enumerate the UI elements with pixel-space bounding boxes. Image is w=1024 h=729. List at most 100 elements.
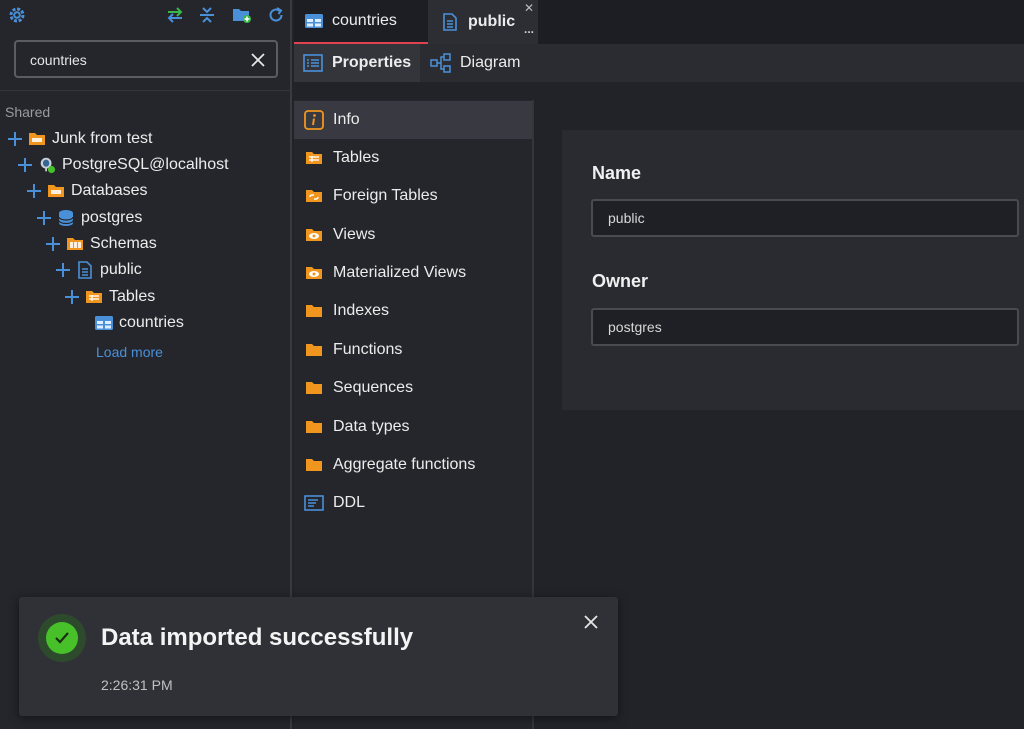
- search-box: [14, 40, 278, 78]
- category-label: Tables: [333, 149, 380, 166]
- tree-item-label: postgres: [81, 209, 143, 226]
- clear-search-icon[interactable]: [248, 50, 268, 70]
- expand-plus-icon[interactable]: [54, 261, 72, 279]
- info-icon: [304, 110, 324, 130]
- properties-list-icon: [302, 53, 324, 73]
- new-folder-icon[interactable]: [231, 4, 253, 26]
- tree-item-label: Junk from test: [52, 130, 153, 147]
- toast-timestamp: 2:26:31 PM: [101, 677, 173, 693]
- tab-public[interactable]: public ✕ ...: [428, 0, 538, 44]
- folder-icon: [304, 301, 324, 321]
- tree-item-countries[interactable]: countries: [95, 311, 184, 335]
- tree-item-label: countries: [119, 314, 184, 331]
- schema-doc-icon: [76, 261, 94, 279]
- tree-item-postgres[interactable]: postgres: [35, 206, 142, 230]
- expand-plus-icon[interactable]: [6, 130, 24, 148]
- materialized-views-eye-icon: [304, 263, 324, 283]
- sidebar-divider: [0, 90, 292, 91]
- folder-icon: [304, 455, 324, 475]
- category-label: Indexes: [333, 302, 390, 319]
- tab-label: countries: [332, 12, 397, 29]
- category-foreign-tables[interactable]: Foreign Tables: [294, 177, 532, 215]
- section-label: Shared: [5, 104, 51, 120]
- expand-plus-icon[interactable]: [16, 156, 34, 174]
- category-tables[interactable]: Tables: [294, 139, 532, 177]
- tab-bar: countries public ✕ ...: [294, 0, 1024, 44]
- category-label: Materialized Views: [333, 264, 467, 281]
- tab-more-icon[interactable]: ...: [524, 22, 534, 36]
- expand-plus-icon[interactable]: [63, 288, 81, 306]
- folder-icon: [28, 130, 46, 148]
- search-input[interactable]: [30, 50, 240, 70]
- tree-item-label: Schemas: [90, 235, 157, 252]
- folder-icon: [47, 182, 65, 200]
- schema-doc-icon: [440, 12, 460, 32]
- tab-label: public: [468, 13, 516, 30]
- subtab-properties[interactable]: Properties: [294, 44, 420, 82]
- tree-item-label: Tables: [109, 288, 156, 305]
- tree-item-label: public: [100, 261, 142, 278]
- tree-item-junk-from-test[interactable]: Junk from test: [6, 127, 152, 151]
- category-label: Data types: [333, 418, 410, 435]
- name-label: Name: [592, 163, 642, 183]
- foreign-tables-icon: [304, 186, 324, 206]
- category-data-types[interactable]: Data types: [294, 408, 532, 446]
- database-icon: [57, 209, 75, 227]
- ddl-document-icon: [304, 493, 324, 513]
- views-eye-icon: [304, 225, 324, 245]
- info-card: Name Owner: [562, 130, 1024, 410]
- refresh-icon[interactable]: [265, 4, 287, 26]
- category-label: Functions: [333, 341, 403, 358]
- expand-plus-icon[interactable]: [35, 209, 53, 227]
- owner-field[interactable]: [591, 308, 1019, 346]
- folder-icon: [304, 417, 324, 437]
- tree-item-schemas[interactable]: Schemas: [44, 232, 157, 256]
- tables-folder-icon: [85, 288, 103, 306]
- category-sequences[interactable]: Sequences: [294, 369, 532, 407]
- expand-plus-icon[interactable]: [44, 235, 62, 253]
- category-aggregate-functions[interactable]: Aggregate functions: [294, 446, 532, 484]
- success-toast: Data imported successfully 2:26:31 PM: [19, 597, 618, 716]
- close-icon[interactable]: [580, 611, 602, 633]
- tab-close-icon[interactable]: ✕: [524, 1, 534, 15]
- sidebar-toolbar: [0, 0, 292, 30]
- expand-plus-icon[interactable]: [25, 182, 43, 200]
- tree-item-label: Databases: [71, 182, 148, 199]
- category-label: Aggregate functions: [333, 456, 476, 473]
- category-materialized-views[interactable]: Materialized Views: [294, 254, 532, 292]
- success-check-icon: [38, 614, 86, 662]
- settings-gear-icon[interactable]: [6, 4, 28, 26]
- category-functions[interactable]: Functions: [294, 331, 532, 369]
- category-ddl[interactable]: DDL: [294, 484, 532, 522]
- sync-arrows-icon[interactable]: [164, 4, 186, 26]
- table-icon: [95, 314, 113, 332]
- folder-icon: [304, 340, 324, 360]
- category-views[interactable]: Views: [294, 216, 532, 254]
- owner-label: Owner: [592, 271, 649, 291]
- name-field[interactable]: [591, 199, 1019, 237]
- category-label: Sequences: [333, 379, 414, 396]
- collapse-all-icon[interactable]: [196, 4, 218, 26]
- load-more-link[interactable]: Load more: [96, 344, 163, 360]
- tables-folder-icon: [304, 148, 324, 168]
- category-label: Foreign Tables: [333, 187, 438, 204]
- subtab-label: Diagram: [460, 54, 521, 71]
- category-label: DDL: [333, 494, 366, 511]
- category-label: Views: [333, 226, 376, 243]
- tab-countries[interactable]: countries: [294, 0, 428, 44]
- folder-icon: [304, 378, 324, 398]
- category-label: Info: [333, 111, 360, 128]
- tree-item-databases[interactable]: Databases: [25, 179, 148, 203]
- subtab-label: Properties: [332, 54, 412, 71]
- tree-item-public[interactable]: public: [54, 258, 142, 282]
- subtab-bar: Properties Diagram: [294, 44, 1024, 82]
- category-indexes[interactable]: Indexes: [294, 292, 532, 330]
- schemas-folder-icon: [66, 235, 84, 253]
- tree-item-label: PostgreSQL@localhost: [62, 156, 229, 173]
- tree-item-postgresql-localhost[interactable]: PostgreSQL@localhost: [16, 153, 229, 177]
- subtab-diagram[interactable]: Diagram: [422, 44, 520, 82]
- postgres-elephant-icon: [38, 156, 56, 174]
- diagram-icon: [430, 53, 452, 73]
- tree-item-tables[interactable]: Tables: [63, 285, 155, 309]
- category-info[interactable]: Info: [294, 101, 532, 139]
